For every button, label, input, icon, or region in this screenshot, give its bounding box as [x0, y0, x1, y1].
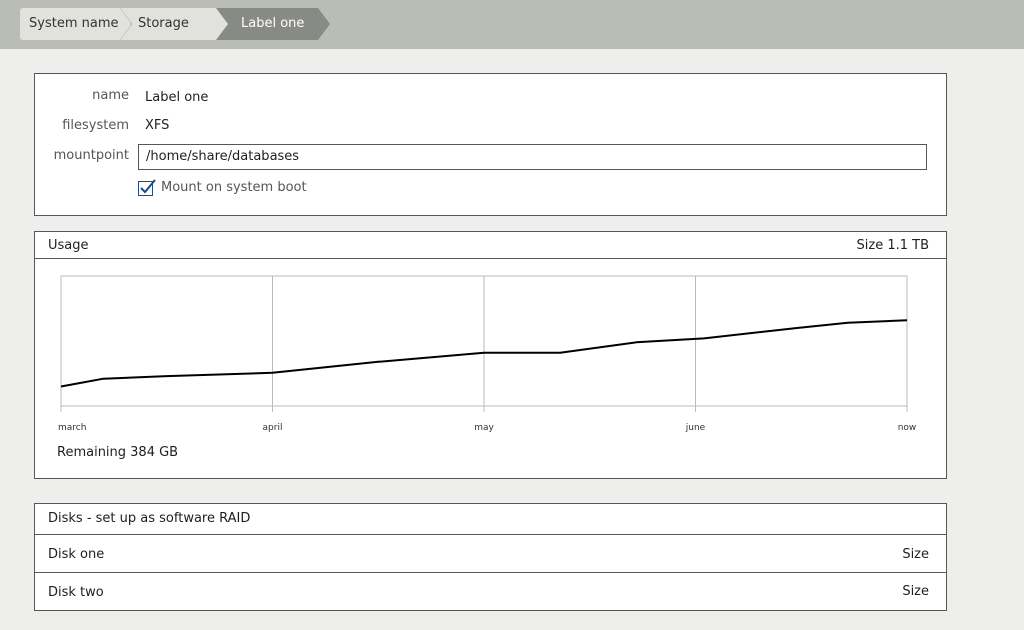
mountpoint-label: mountpoint — [53, 148, 129, 163]
chart-tick-label: now — [898, 423, 917, 433]
mount-on-boot-checkbox[interactable] — [138, 179, 157, 196]
top-bar: System name Storage Label one — [0, 0, 1024, 49]
breadcrumb-separator — [119, 8, 133, 40]
filesystem-value: XFS — [145, 118, 170, 133]
usage-header: Usage Size 1.1 TB — [35, 232, 946, 259]
usage-title: Usage — [48, 238, 89, 253]
properties-panel: name Label one filesystem XFS mountpoint… — [34, 73, 947, 216]
name-value: Label one — [145, 90, 209, 105]
usage-panel: Usage Size 1.1 TB march april may june now R… — [34, 231, 947, 479]
disk-row-one[interactable]: Disk one Size — [35, 535, 946, 573]
usage-size: Size 1.1 TB — [856, 238, 929, 253]
name-label: name — [92, 88, 129, 103]
breadcrumb-label: System name — [29, 16, 119, 31]
mount-on-boot-label[interactable]: Mount on system boot — [161, 180, 307, 195]
disk-name: Disk one — [48, 547, 105, 562]
breadcrumb-label: Storage — [138, 16, 189, 31]
remaining-space: Remaining 384 GB — [57, 445, 179, 460]
disk-name: Disk two — [48, 585, 104, 600]
chart-tick-label: april — [263, 423, 283, 433]
disks-panel: Disks - set up as software RAID Disk one… — [34, 503, 947, 611]
disk-size: Size — [902, 584, 929, 599]
mountpoint-input[interactable]: /home/share/databases — [138, 144, 927, 170]
disk-size: Size — [902, 547, 929, 562]
disk-row-two[interactable]: Disk two Size — [35, 573, 946, 611]
chart-tick-label: may — [474, 423, 494, 433]
disks-header-title: Disks - set up as software RAID — [48, 511, 251, 526]
chart-tick-label: march — [58, 423, 86, 433]
usage-chart: march april may june now — [58, 275, 917, 433]
filesystem-label: filesystem — [62, 118, 129, 133]
chart-tick-label: june — [685, 423, 706, 433]
breadcrumb-label: Label one — [241, 16, 305, 31]
breadcrumb-label-one[interactable]: Label one — [216, 8, 330, 40]
disks-header: Disks - set up as software RAID — [35, 504, 946, 535]
